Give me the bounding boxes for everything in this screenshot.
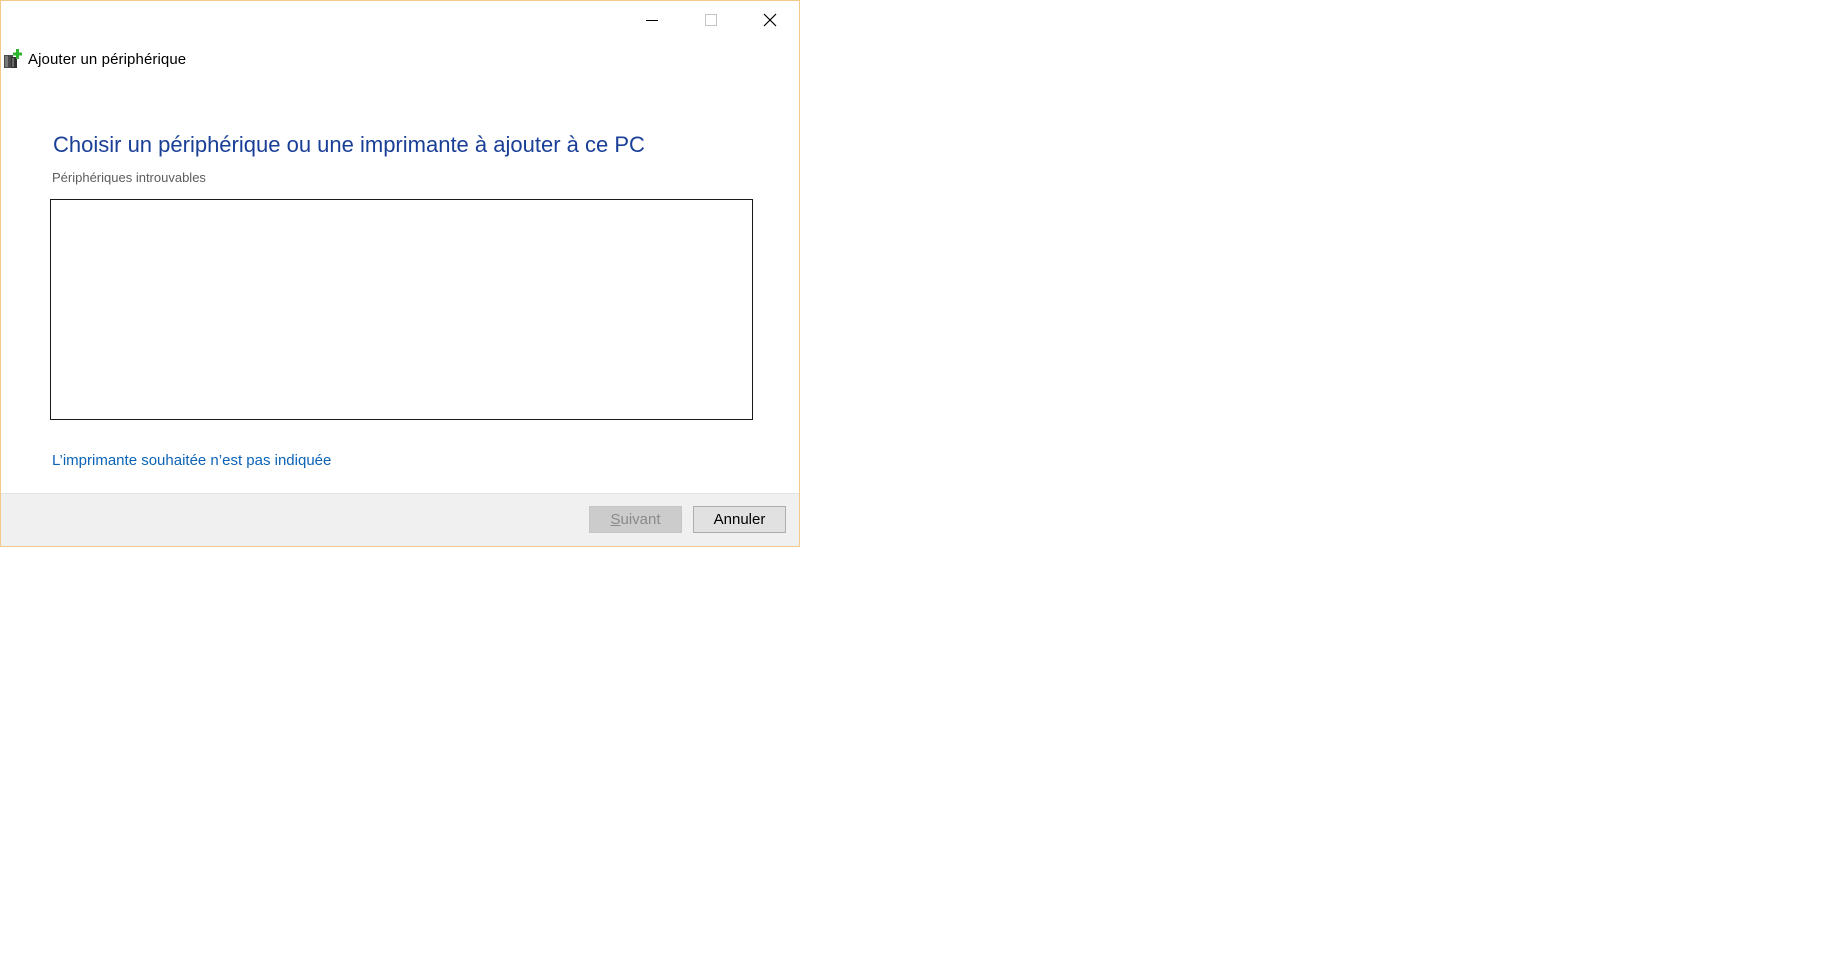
next-button-rest: uivant (620, 511, 661, 528)
page-heading: Choisir un périphérique ou une imprimant… (53, 132, 645, 157)
close-button[interactable] (740, 1, 799, 39)
maximize-icon (704, 14, 717, 26)
next-button[interactable]: Suivant (589, 506, 682, 533)
search-status: Périphériques introuvables (52, 170, 206, 185)
cancel-button[interactable]: Annuler (693, 506, 786, 533)
device-list[interactable] (50, 199, 753, 420)
minimize-icon (645, 20, 658, 21)
footer-bar: Suivant Annuler (1, 493, 799, 546)
next-button-mnemonic: S (610, 511, 621, 528)
add-device-window: Ajouter un périphérique Choisir un périp… (0, 0, 800, 547)
printer-not-listed-link[interactable]: L’imprimante souhaitée n’est pas indiqué… (52, 452, 331, 469)
minimize-button[interactable] (622, 1, 681, 39)
add-device-icon (4, 49, 22, 68)
maximize-button[interactable] (681, 1, 740, 39)
close-icon (763, 13, 776, 27)
title-bar: Ajouter un périphérique (3, 47, 186, 71)
window-title: Ajouter un périphérique (28, 50, 187, 68)
next-button-label: Suivant (610, 511, 660, 528)
caption-buttons (622, 1, 799, 39)
